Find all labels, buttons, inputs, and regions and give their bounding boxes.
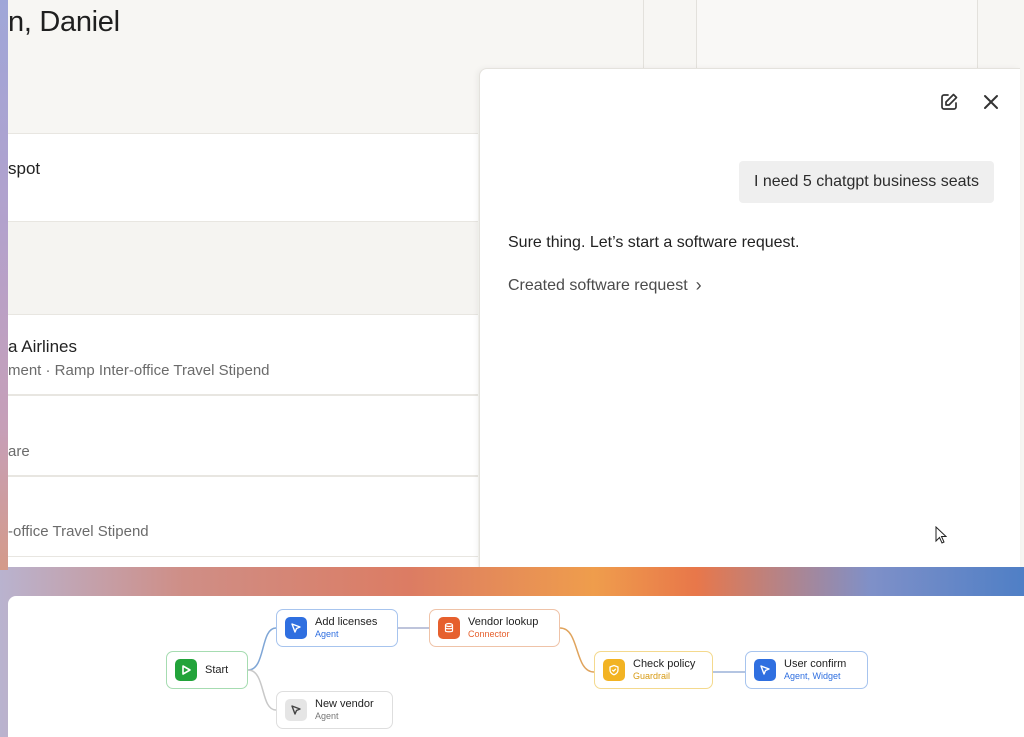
list-item-subtitle: are (8, 443, 30, 460)
list-end (8, 557, 478, 567)
background-gradient-strip (0, 0, 8, 570)
node-label: Add licenses (315, 616, 378, 628)
connector-start-new (247, 669, 277, 711)
pointer-icon (754, 659, 776, 681)
pointer-icon (285, 699, 307, 721)
chevron-right-icon: › (695, 275, 702, 295)
workflow-node-new-vendor[interactable]: New vendor Agent (276, 691, 393, 729)
node-type: Agent (315, 711, 339, 721)
pointer-icon (285, 617, 307, 639)
node-type: Connector (468, 629, 510, 639)
node-label: User confirm (784, 658, 847, 670)
workflow-diagram: Start Add licenses Agent New vendor Agen… (8, 596, 1024, 737)
list-item[interactable]: are (8, 395, 478, 476)
node-type: Agent, Widget (784, 671, 841, 681)
workflow-node-start[interactable]: Start (166, 651, 248, 689)
assistant-message: Sure thing. Let’s start a software reque… (508, 234, 800, 251)
mouse-cursor-icon (935, 525, 948, 549)
node-label: Start (205, 663, 229, 676)
created-request-link[interactable]: Created software request › (508, 275, 702, 296)
created-request-label: Created software request (508, 276, 688, 294)
workflow-node-user-confirm[interactable]: User confirm Agent, Widget (745, 651, 868, 689)
node-label: New vendor (315, 698, 374, 710)
list-item-title: spot (8, 159, 41, 178)
user-message-bubble: I need 5 chatgpt business seats (738, 161, 994, 203)
database-icon (438, 617, 460, 639)
list-item-title: a Airlines (8, 337, 77, 356)
top-right-panel (696, 0, 978, 68)
list-item[interactable]: a Airlines ment · Ramp Inter-office Trav… (8, 314, 478, 395)
app-window: n, Daniel spot a Airlines ment · Ramp In… (8, 0, 1024, 567)
workflow-node-add-licenses[interactable]: Add licenses Agent (276, 609, 398, 647)
list-item-subtitle: ment · Ramp Inter-office Travel Stipend (8, 362, 270, 379)
page-title: n, Daniel (8, 6, 120, 38)
section-band (8, 222, 478, 314)
chat-panel: I need 5 chatgpt business seats Sure thi… (479, 68, 1020, 567)
list-item[interactable]: spot (8, 133, 478, 222)
list-item[interactable]: -office Travel Stipend (8, 476, 478, 557)
node-type: Guardrail (633, 671, 671, 681)
list-item-subtitle: -office Travel Stipend (8, 523, 149, 540)
divider (643, 0, 644, 70)
node-label: Check policy (633, 658, 696, 670)
close-icon[interactable] (980, 91, 1002, 113)
shield-icon (603, 659, 625, 681)
node-type: Agent (315, 629, 339, 639)
workflow-node-check-policy[interactable]: Check policy Guardrail (594, 651, 713, 689)
node-label: Vendor lookup (468, 616, 539, 628)
connector-start-add (247, 627, 277, 671)
play-icon (175, 659, 197, 681)
connector-vendor-policy (559, 627, 595, 673)
edit-icon[interactable] (938, 91, 960, 113)
workflow-node-vendor-lookup[interactable]: Vendor lookup Connector (429, 609, 560, 647)
